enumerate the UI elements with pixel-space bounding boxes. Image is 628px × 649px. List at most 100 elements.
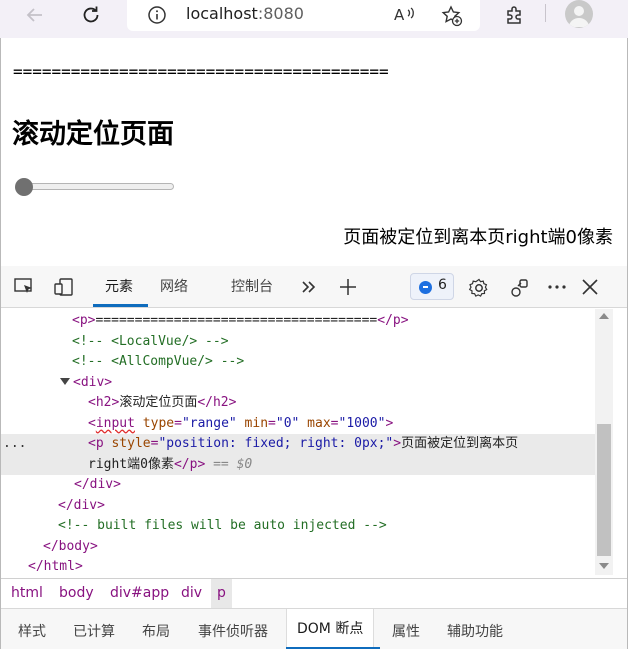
issues-badge[interactable]: 6: [410, 273, 454, 300]
node-text: ====================================: [95, 313, 378, 328]
range-thumb[interactable]: [15, 178, 33, 196]
comment-text: <!-- built files will be auto injected -…: [58, 518, 387, 533]
tag-bracket: >: [393, 436, 402, 451]
scroll-down-icon[interactable]: [599, 563, 609, 569]
tag-close: </body>: [43, 538, 98, 554]
range-track[interactable]: [19, 183, 174, 190]
breadcrumb-div-app[interactable]: div#app: [110, 585, 169, 601]
more-options-icon[interactable]: [546, 277, 568, 301]
tag-close: </div>: [74, 477, 121, 492]
refresh-icon[interactable]: [76, 0, 106, 30]
scrollbar-thumb[interactable]: [597, 424, 611, 556]
tag-close: </html>: [28, 559, 83, 574]
page-viewport: ======================================= …: [0, 38, 628, 266]
tag-open: <div>: [73, 374, 113, 390]
tab-console[interactable]: 控制台: [231, 276, 273, 296]
scroll-up-icon[interactable]: [599, 313, 609, 319]
tab-computed[interactable]: 已计算: [73, 621, 115, 641]
dom-node-h2[interactable]: <h2>滚动定位页面</h2>: [1, 393, 595, 414]
tag-open: <p>: [72, 313, 96, 328]
dom-close-html[interactable]: </html>: [1, 557, 595, 575]
toolbar-divider: [545, 4, 546, 22]
dom-node-div[interactable]: <div>: [1, 373, 595, 394]
tab-network[interactable]: 网络: [160, 276, 188, 296]
tab-accessibility[interactable]: 辅助功能: [447, 621, 503, 641]
profile-avatar[interactable]: [565, 0, 593, 28]
comment-text: <!-- <AllCompVue/> -->: [72, 354, 245, 369]
url-text[interactable]: localhost:8080: [186, 4, 304, 23]
breadcrumb-div[interactable]: div: [181, 585, 202, 601]
tag-bracket: <: [88, 415, 96, 431]
breadcrumb: html body div#app div p: [1, 578, 627, 608]
elements-scrollbar[interactable]: [595, 309, 613, 575]
tag-open: <h2>: [88, 395, 120, 410]
dom-node-input[interactable]: <input type="range" min="0" max="1000">: [1, 414, 595, 435]
dom-close-body[interactable]: </body>: [1, 537, 595, 558]
attr-name: max: [299, 415, 331, 431]
page-heading: 滚动定位页面: [12, 119, 174, 150]
svg-text:A: A: [394, 6, 405, 24]
dom-comment-localvue[interactable]: <!-- <LocalVue/> -->: [1, 332, 595, 353]
active-tab-indicator: [93, 304, 148, 307]
attr-value: "1000": [338, 415, 386, 431]
issues-count: 6: [438, 277, 447, 293]
tab-properties[interactable]: 属性: [392, 621, 420, 641]
device-emulation-icon[interactable]: [53, 277, 75, 301]
back-icon[interactable]: [20, 0, 50, 30]
close-devtools-icon[interactable]: [580, 277, 600, 301]
console-ref: == $0: [213, 456, 253, 472]
dom-close-div[interactable]: </div>: [1, 475, 595, 496]
add-favorite-icon[interactable]: [440, 4, 464, 28]
tag-close: </h2>: [197, 395, 237, 410]
dom-node-p-selected-cont[interactable]: right端0像素</p> == $0: [1, 454, 595, 475]
tag-bracket: >: [385, 415, 394, 431]
node-text: 滚动定位页面: [119, 395, 198, 410]
expand-triangle-icon[interactable]: [60, 377, 70, 385]
sidebar-tabbar: 样式 已计算 布局 事件侦听器 DOM 断点 属性 辅助功能: [1, 608, 627, 649]
node-text: 页面被定位到离本页: [401, 436, 519, 451]
settings-gear-icon[interactable]: [468, 277, 490, 303]
extensions-icon[interactable]: [503, 3, 527, 27]
attr-value: "position: fixed; right: 0px;": [158, 436, 394, 451]
elements-tree[interactable]: <p>====================================<…: [1, 309, 595, 575]
devtools-panel: 元素 网络 控制台 6 <p>=========================…: [0, 266, 628, 649]
tag-close: </p>: [377, 313, 409, 328]
comment-text: <!-- <LocalVue/> -->: [72, 333, 229, 349]
dom-node-p-selected[interactable]: ... <p style="position: fixed; right: 0p…: [1, 434, 595, 455]
attr-name: type: [134, 415, 175, 431]
dom-close-div-app[interactable]: </div>: [1, 496, 595, 517]
tab-elements[interactable]: 元素: [105, 276, 133, 296]
tab-styles[interactable]: 样式: [18, 621, 46, 641]
message-icon: [419, 281, 432, 294]
attr-value: "0": [275, 415, 300, 431]
tag-name: input: [95, 415, 135, 431]
attr-value: "range": [181, 415, 237, 431]
devtools-tabbar: 元素 网络 控制台 6: [1, 266, 627, 308]
dom-comment-built[interactable]: <!-- built files will be auto injected -…: [1, 516, 595, 537]
tab-event-listeners[interactable]: 事件侦听器: [198, 621, 268, 641]
range-slider[interactable]: [15, 178, 175, 196]
breadcrumb-body[interactable]: body: [59, 585, 94, 601]
tab-layout[interactable]: 布局: [142, 621, 170, 641]
fixed-paragraph: 页面被定位到离本页right端0像素: [343, 227, 613, 248]
dom-node-p[interactable]: <p>====================================<…: [1, 311, 595, 332]
read-aloud-icon[interactable]: A: [393, 4, 417, 26]
separator-text: =======================================: [13, 62, 389, 81]
breadcrumb-p[interactable]: p: [211, 579, 232, 608]
tab-dom-breakpoints[interactable]: DOM 断点: [286, 609, 375, 649]
url-port: :8080: [257, 4, 304, 23]
inspect-element-icon[interactable]: [13, 277, 35, 301]
node-text: right端0像素: [88, 456, 174, 472]
customize-icon[interactable]: [509, 277, 531, 303]
breadcrumb-html[interactable]: html: [11, 585, 43, 601]
node-menu-ellipsis[interactable]: ...: [3, 434, 26, 455]
tag-open: <p: [88, 436, 104, 451]
attr-name: min: [236, 415, 269, 431]
address-bar[interactable]: localhost:8080 A: [127, 0, 480, 31]
info-icon[interactable]: [147, 5, 167, 25]
attr-name: style: [103, 436, 151, 451]
more-tabs-icon[interactable]: [299, 277, 319, 301]
dom-comment-allcompvue[interactable]: <!-- <AllCompVue/> -->: [1, 352, 595, 373]
tag-close: </div>: [58, 497, 105, 513]
add-tab-icon[interactable]: [338, 277, 358, 301]
